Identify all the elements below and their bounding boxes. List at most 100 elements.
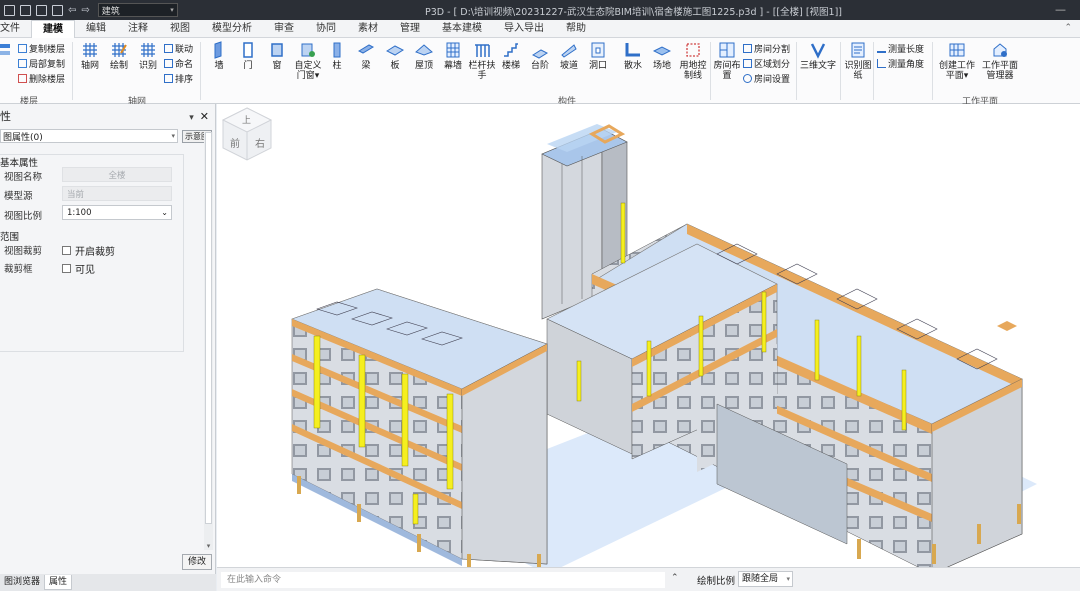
axis-name-button[interactable]: 命名	[164, 57, 193, 70]
measure-angle-button[interactable]: 测量角度	[877, 57, 924, 70]
scroll-down-icon[interactable]: ▾	[204, 542, 213, 550]
crop-box-visible-checkbox[interactable]: 可见	[62, 261, 95, 276]
tab-manage[interactable]: 管理	[389, 20, 431, 38]
roof-button[interactable]: 屋顶	[409, 41, 439, 71]
curtain-wall-button[interactable]: 幕墙	[438, 41, 468, 71]
opening-button[interactable]: 洞口	[583, 41, 613, 71]
tab-import-export[interactable]: 导入导出	[493, 20, 555, 38]
step-button[interactable]: 台阶	[525, 41, 555, 71]
floor-icon	[0, 44, 10, 55]
ribbon-panel: 复制楼层 局部复制 删除楼层 楼层 轴网 绘制 识别 联动 命名 排序 轴网 墙…	[0, 38, 1080, 107]
railing-button[interactable]: 栏杆扶手	[467, 41, 497, 81]
model-source-field[interactable]: 当前	[62, 186, 172, 201]
close-icon[interactable]: ✕	[200, 110, 209, 123]
tab-model-analysis[interactable]: 模型分析	[201, 20, 263, 38]
workplane-manager-icon	[993, 43, 1007, 57]
workplane-manager-button[interactable]: 工作平面管理器	[980, 41, 1020, 81]
land-control-line-button[interactable]: 用地控制线	[676, 41, 710, 81]
axis-identify-button[interactable]: 识别	[133, 41, 163, 71]
pin-icon[interactable]: ▾	[189, 113, 194, 123]
identify-drawing-button[interactable]: 识别图纸	[843, 41, 873, 81]
chevron-up-icon[interactable]: ⌃	[671, 573, 679, 583]
site-icon	[653, 46, 671, 56]
zone-button[interactable]: 区域划分	[743, 57, 790, 70]
command-input[interactable]: 在此输入命令	[221, 572, 665, 588]
panel-bottom-tabs: 图浏览器 属性	[0, 574, 216, 591]
tab-modeling[interactable]: 建模	[31, 20, 75, 38]
sort-icon	[164, 74, 173, 83]
tab-basic-modeling[interactable]: 基本建模	[431, 20, 493, 38]
column-button[interactable]: 柱	[322, 41, 352, 71]
minimize-icon[interactable]: —	[1055, 3, 1066, 16]
window-button[interactable]: 窗	[262, 41, 292, 71]
type-row: 图属性(0) ▾ 示意图	[0, 128, 215, 144]
redo-icon[interactable]: ⇨	[81, 5, 89, 16]
link-icon	[164, 44, 173, 53]
view-scale-label: 视图比例	[4, 211, 43, 222]
save-all-icon[interactable]	[52, 4, 63, 16]
ramp-button[interactable]: 坡道	[554, 41, 584, 71]
building-model[interactable]	[217, 104, 1080, 567]
copy-floor-button[interactable]: 复制楼层	[18, 42, 65, 55]
view-name-field[interactable]: 全楼	[62, 167, 172, 182]
new-icon[interactable]	[4, 4, 15, 16]
viewcube-right-label[interactable]: 右	[255, 137, 265, 150]
axis-sort-button[interactable]: 排序	[164, 72, 193, 85]
type-select[interactable]: 图属性(0) ▾	[0, 129, 178, 143]
text-3d-button[interactable]: 三维文字	[799, 41, 837, 71]
3d-viewport[interactable]: 上 前 右	[217, 104, 1080, 567]
tab-annotate[interactable]: 注释	[117, 20, 159, 38]
local-copy-button[interactable]: 局部复制	[18, 57, 65, 70]
modify-button[interactable]: 修改	[182, 554, 212, 570]
tab-edit[interactable]: 编辑	[75, 20, 117, 38]
tab-properties[interactable]: 属性	[44, 575, 73, 590]
custom-door-window-button[interactable]: 自定义门窗▾	[291, 41, 325, 81]
measure-length-button[interactable]: 测量长度	[877, 42, 924, 55]
axis-draw-button[interactable]: 绘制	[104, 41, 134, 71]
undo-icon[interactable]: ⇦	[68, 5, 76, 16]
axis-net-button[interactable]: 轴网	[75, 41, 105, 71]
axis-link-button[interactable]: 联动	[164, 42, 193, 55]
tab-file[interactable]: 文件	[0, 20, 31, 38]
apron-button[interactable]: 散水	[618, 41, 648, 71]
tab-browser[interactable]: 图浏览器	[0, 575, 44, 590]
save-icon[interactable]	[36, 4, 47, 16]
step-icon	[531, 49, 549, 59]
tab-review[interactable]: 审查	[263, 20, 305, 38]
viewcube-top-label[interactable]: 上	[242, 115, 251, 126]
wall-icon	[214, 41, 222, 59]
open-icon[interactable]	[20, 4, 31, 16]
site-button[interactable]: 场地	[647, 41, 677, 71]
panel-scrollbar[interactable]: ▾	[204, 132, 213, 550]
delete-floor-button[interactable]: 删除楼层	[18, 72, 65, 85]
tab-collaborate[interactable]: 协同	[305, 20, 347, 38]
view-scale-select[interactable]: 1:100 ⌄	[62, 205, 172, 220]
checkbox-icon	[62, 246, 71, 255]
door-button[interactable]: 门	[233, 41, 263, 71]
drawing-icon	[851, 42, 865, 58]
viewcube-front-label[interactable]: 前	[230, 137, 240, 150]
stair-button[interactable]: 楼梯	[496, 41, 526, 71]
scroll-thumb[interactable]	[205, 132, 212, 524]
wall-button[interactable]: 墙	[204, 41, 234, 71]
split-icon	[743, 44, 752, 53]
workspace-select[interactable]: 建筑 ▾	[97, 3, 178, 17]
tab-help[interactable]: 帮助	[555, 20, 597, 38]
room-layout-button[interactable]: 房间布置	[712, 41, 742, 81]
floor-settings-button[interactable]	[0, 41, 14, 61]
roof-icon	[415, 44, 433, 56]
crop-checkbox[interactable]: 开启裁剪	[62, 243, 115, 258]
slab-button[interactable]: 板	[380, 41, 410, 71]
view-cube[interactable]: 上 前 右	[217, 104, 277, 164]
room-settings-button[interactable]: 房间设置	[743, 72, 790, 85]
draw-scale-select[interactable]: 跟随全局 ▾	[738, 571, 793, 587]
view-name-label: 视图名称	[4, 172, 43, 183]
ribbon-separator	[796, 42, 797, 100]
chevron-down-icon: ▾	[171, 132, 175, 140]
create-workplane-button[interactable]: 创建工作平面▾	[935, 41, 979, 81]
ribbon-collapse-icon[interactable]: ⌃	[1064, 23, 1072, 33]
beam-button[interactable]: 梁	[351, 41, 381, 71]
tab-view[interactable]: 视图	[159, 20, 201, 38]
tab-materials[interactable]: 素材	[347, 20, 389, 38]
room-split-button[interactable]: 房间分割	[743, 42, 790, 55]
